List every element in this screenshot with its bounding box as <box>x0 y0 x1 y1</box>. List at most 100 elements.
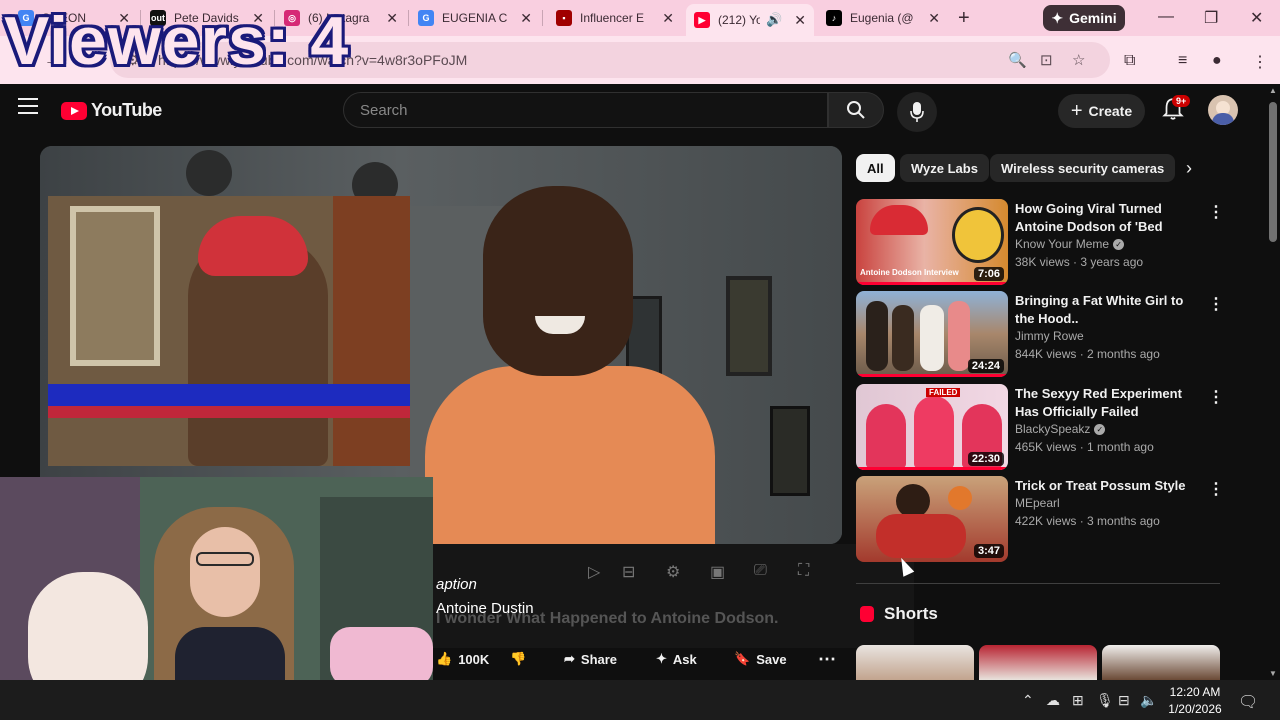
autoplay-toggle-icon[interactable]: ▷ <box>588 562 600 582</box>
close-icon[interactable]: ✕ <box>662 10 674 27</box>
video-meta: 844K views · 2 months ago <box>1015 347 1160 361</box>
kebab-menu-icon[interactable]: ⋮ <box>1208 387 1224 407</box>
minimize-icon[interactable]: — <box>1158 8 1174 26</box>
ask-button[interactable]: ✦ Ask <box>656 646 697 672</box>
video-thumbnail[interactable]: FAILED 22:30 <box>856 384 1008 470</box>
video-meta: 465K views · 1 month ago <box>1015 440 1154 454</box>
duration-badge: 7:06 <box>973 267 1004 281</box>
zoom-icon[interactable]: 🔍 <box>1008 51 1027 69</box>
browser-tab-active[interactable]: ▶ (212) Yo 🔊 ✕ <box>686 4 814 36</box>
recommended-video[interactable]: 24:24 Bringing a Fat White Girl to the H… <box>856 291 1256 377</box>
video-thumbnail[interactable]: Antoine Dodson Interview 7:06 <box>856 199 1008 285</box>
new-tab-button[interactable]: + <box>958 7 970 30</box>
chip-wireless-security-cameras[interactable]: Wireless security cameras <box>990 154 1176 182</box>
profile-icon[interactable]: ● <box>1212 52 1222 70</box>
watch-progress <box>856 374 1008 377</box>
browser-tab[interactable]: ▪ Influencer E ✕ <box>548 4 682 32</box>
microphone-icon[interactable]: 🎙 <box>1096 692 1114 709</box>
recommended-video[interactable]: 3:47 Trick or Treat Possum Style MEpearl… <box>856 476 1256 562</box>
close-icon[interactable]: ✕ <box>928 10 940 27</box>
close-window-icon[interactable]: ✕ <box>1250 8 1263 28</box>
install-icon[interactable]: ⊡ <box>1040 51 1053 69</box>
kebab-menu-icon[interactable]: ⋮ <box>1208 294 1224 314</box>
shorts-icon <box>860 606 874 622</box>
video-thumbnail[interactable]: 24:24 <box>856 291 1008 377</box>
ask-label: Ask <box>672 651 697 667</box>
account-avatar[interactable] <box>1208 95 1238 125</box>
video-title[interactable]: Bringing a Fat White Girl to the Hood.. <box>1015 292 1203 328</box>
notification-center-icon[interactable]: 🗨 <box>1238 692 1258 712</box>
recommended-video[interactable]: Antoine Dodson Interview 7:06 How Going … <box>856 199 1256 285</box>
kebab-menu-icon[interactable]: ⋮ <box>1252 52 1268 72</box>
save-label: Save <box>756 651 787 667</box>
chip-wyze-labs[interactable]: Wyze Labs <box>900 154 989 182</box>
share-button[interactable]: ➦ Share <box>564 646 617 672</box>
tab-label: EUGENIA C <box>442 11 508 25</box>
video-subject <box>425 186 715 544</box>
scroll-up-icon[interactable]: ▲ <box>1269 86 1277 95</box>
close-icon[interactable]: ✕ <box>386 10 398 27</box>
video-title[interactable]: Trick or Treat Possum Style <box>1015 477 1203 495</box>
section-divider <box>856 583 1220 584</box>
sparkle-icon: ✦ <box>1051 9 1064 26</box>
channel-name[interactable]: Jimmy Rowe <box>1015 329 1084 343</box>
more-actions-icon[interactable]: ⋯ <box>818 646 836 672</box>
taskbar-clock[interactable]: 12:20 AM 1/20/2026 <box>1166 684 1224 718</box>
app-tray-icon[interactable]: ⊞ <box>1072 692 1084 709</box>
settings-gear-icon[interactable]: ⚙ <box>666 562 680 582</box>
channel-name[interactable]: BlackySpeakz ✓ <box>1015 422 1106 436</box>
voice-search-button[interactable] <box>897 92 937 132</box>
page-scrollbar[interactable]: ▲ ▼ <box>1266 84 1280 680</box>
browser-tab[interactable]: G EUGENIA C ✕ <box>410 4 540 32</box>
search-box[interactable] <box>343 92 828 128</box>
kebab-menu-icon[interactable]: ⋮ <box>1208 479 1224 499</box>
tab-label: Eugenia (@ <box>850 11 914 25</box>
chip-all[interactable]: All <box>856 154 895 182</box>
video-meta: 38K views · 3 years ago <box>1015 255 1144 269</box>
cast-icon[interactable]: ⎚ <box>754 562 767 580</box>
verified-icon: ✓ <box>1094 423 1106 435</box>
network-icon[interactable]: ⊟ <box>1118 692 1130 709</box>
channel-name[interactable]: MEpearl <box>1015 496 1060 510</box>
chevron-right-icon[interactable]: › <box>1186 158 1192 179</box>
tray-overflow-icon[interactable]: ⌃ <box>1022 692 1034 709</box>
short-thumbnail[interactable] <box>979 645 1097 680</box>
like-button[interactable]: 👍 100K <box>436 646 489 672</box>
recommended-video[interactable]: FAILED 22:30 The Sexyy Red Experiment Ha… <box>856 384 1256 470</box>
hamburger-menu-icon[interactable] <box>18 98 38 114</box>
kebab-menu-icon[interactable]: ⋮ <box>1208 202 1224 222</box>
youtube-logo[interactable]: YouTube <box>61 100 162 121</box>
close-icon[interactable]: ✕ <box>520 10 532 27</box>
gemini-button[interactable]: ✦ Gemini <box>1043 5 1125 31</box>
channel-name[interactable]: Know Your Meme ✓ <box>1015 237 1125 251</box>
speaker-icon[interactable]: 🔊 <box>766 12 782 28</box>
duration-badge: 24:24 <box>967 359 1004 373</box>
tab-label: (212) Yo <box>718 13 760 27</box>
scroll-down-icon[interactable]: ▼ <box>1269 669 1277 678</box>
save-button[interactable]: 🔖 Save <box>734 646 787 672</box>
search-input[interactable] <box>344 93 814 127</box>
miniplayer-icon[interactable]: ▣ <box>710 562 725 582</box>
windows-taskbar: ⌃ ☁ ⊞ 🎙 ⊟ 🔈 12:20 AM 1/20/2026 🗨 <box>0 680 1280 720</box>
fullscreen-icon[interactable]: ⛶ <box>798 562 809 580</box>
close-icon[interactable]: ✕ <box>794 12 806 29</box>
browser-tab[interactable]: ♪ Eugenia (@ ✕ <box>818 4 948 32</box>
tab-label: Influencer E <box>580 11 645 25</box>
extensions-icon[interactable]: ⧉ <box>1124 52 1135 70</box>
video-thumbnail[interactable]: 3:47 <box>856 476 1008 562</box>
restore-icon[interactable]: ❐ <box>1204 8 1218 28</box>
bookmark-star-icon[interactable]: ☆ <box>1072 51 1085 69</box>
create-button[interactable]: + Create <box>1058 94 1145 128</box>
subtitles-icon[interactable]: ⊟ <box>622 562 635 582</box>
dislike-button[interactable]: 👎 <box>510 646 526 672</box>
volume-icon[interactable]: 🔈 <box>1140 692 1157 709</box>
like-count: 100K <box>458 651 490 667</box>
short-thumbnail[interactable] <box>1102 645 1220 680</box>
short-thumbnail[interactable] <box>856 645 974 680</box>
video-title[interactable]: How Going Viral Turned Antoine Dodson of… <box>1015 200 1203 236</box>
scrollbar-thumb[interactable] <box>1269 102 1277 242</box>
search-button[interactable] <box>828 92 884 128</box>
cloud-icon[interactable]: ☁ <box>1046 692 1060 709</box>
video-title[interactable]: The Sexyy Red Experiment Has Officially … <box>1015 385 1203 421</box>
media-control-icon[interactable]: ≡ <box>1178 52 1187 70</box>
